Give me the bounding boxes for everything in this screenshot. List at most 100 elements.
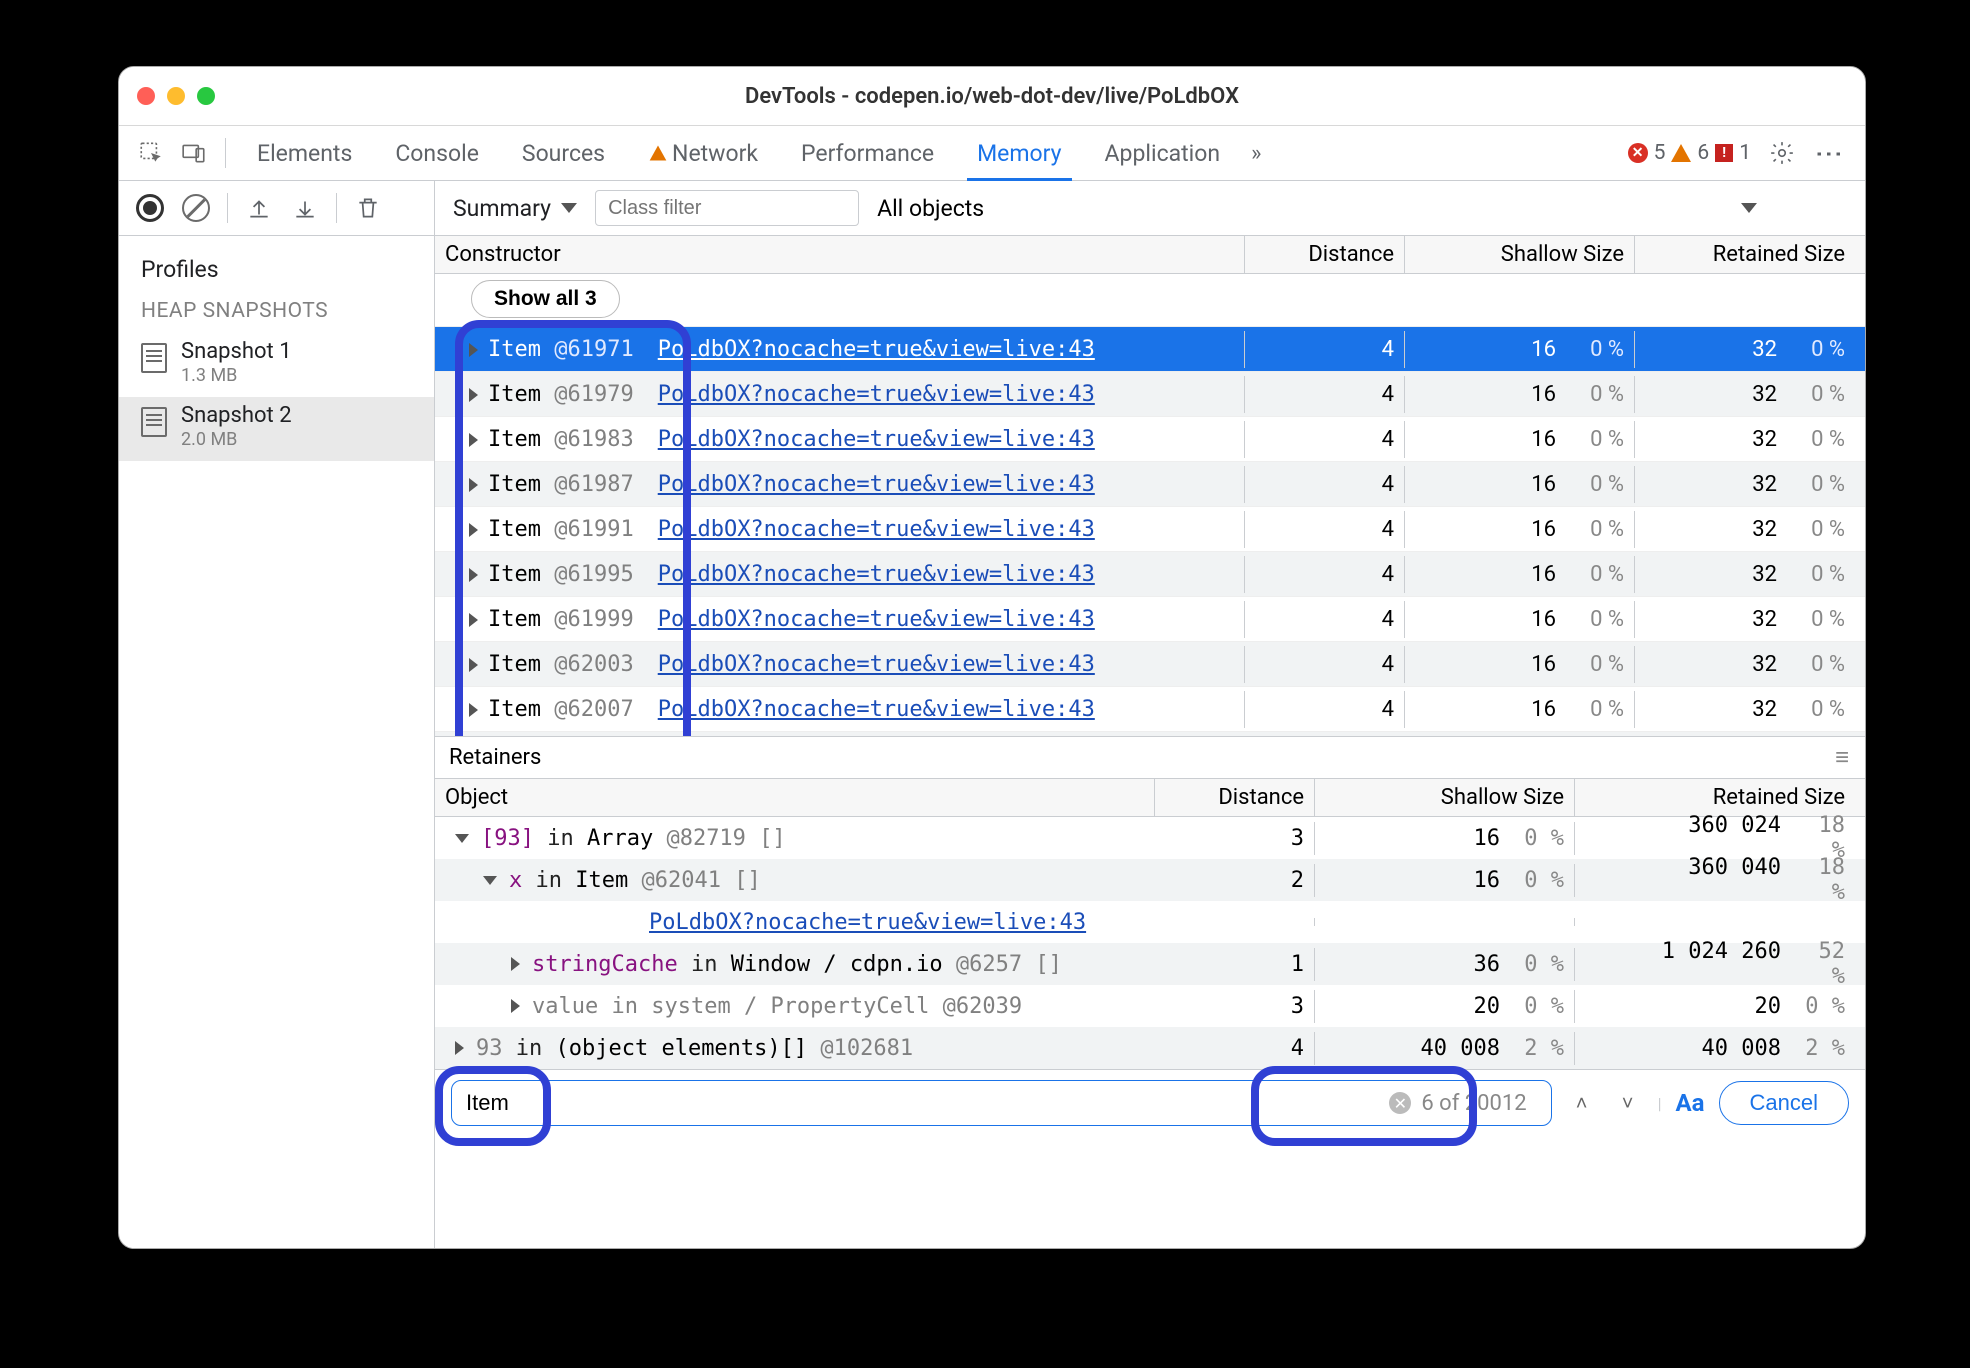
- source-link[interactable]: PoLdbOX?nocache=true&view=live:43: [658, 427, 1095, 452]
- delete-button[interactable]: [347, 188, 389, 228]
- maximize-window-button[interactable]: [197, 87, 215, 105]
- collapse-icon[interactable]: [483, 876, 497, 885]
- col-shallow[interactable]: Shallow Size: [1315, 779, 1575, 816]
- objects-filter-dropdown[interactable]: [1741, 203, 1757, 213]
- col-shallow[interactable]: Shallow Size: [1405, 236, 1635, 273]
- table-row[interactable]: Item @62011PoLdbOX?nocache=true&view=liv…: [435, 731, 1865, 736]
- show-all-button[interactable]: Show all 3: [471, 280, 620, 318]
- distance-cell: 2: [1155, 864, 1315, 897]
- col-constructor[interactable]: Constructor: [435, 236, 1245, 273]
- class-filter-input[interactable]: [595, 190, 859, 226]
- table-row[interactable]: Item @61999PoLdbOX?nocache=true&view=liv…: [435, 596, 1865, 641]
- next-match-button[interactable]: ˅: [1612, 1091, 1644, 1116]
- status-badges[interactable]: ✕5 6 !1: [1628, 141, 1751, 165]
- retainer-row[interactable]: stringCache in Window / cdpn.io @6257 []…: [435, 943, 1865, 985]
- tab-sources[interactable]: Sources: [502, 126, 625, 180]
- issue-badge[interactable]: !1: [1715, 141, 1751, 165]
- expand-icon[interactable]: [469, 613, 478, 627]
- close-window-button[interactable]: [137, 87, 155, 105]
- expand-icon[interactable]: [469, 433, 478, 447]
- collapse-icon[interactable]: [455, 834, 469, 843]
- table-row[interactable]: Item @61979PoLdbOX?nocache=true&view=liv…: [435, 371, 1865, 416]
- table-row[interactable]: Item @61983PoLdbOX?nocache=true&view=liv…: [435, 416, 1865, 461]
- col-object[interactable]: Object: [435, 779, 1155, 816]
- col-distance[interactable]: Distance: [1155, 779, 1315, 816]
- retainer-row[interactable]: x in Item @62041 []2160 %360 04018 %: [435, 859, 1865, 901]
- device-toolbar-icon[interactable]: [174, 135, 214, 171]
- retainers-options-icon[interactable]: ≡: [1835, 743, 1851, 772]
- tab-performance[interactable]: Performance: [781, 126, 954, 180]
- shallow-cell: 160 %: [1405, 376, 1635, 413]
- search-field[interactable]: ✕ 6 of 20012: [451, 1080, 1552, 1126]
- table-row[interactable]: Item @61991PoLdbOX?nocache=true&view=liv…: [435, 506, 1865, 551]
- tab-console[interactable]: Console: [375, 126, 499, 180]
- expand-icon[interactable]: [469, 478, 478, 492]
- retainers-table-body[interactable]: [93] in Array @82719 []3160 %360 02418 %…: [435, 817, 1865, 1069]
- distance-cell: 4: [1245, 556, 1405, 593]
- expand-icon[interactable]: [511, 999, 520, 1013]
- prev-match-button[interactable]: ˄: [1566, 1091, 1598, 1116]
- object-id: @61979: [554, 382, 633, 407]
- record-button[interactable]: [129, 188, 171, 228]
- more-tabs-button[interactable]: »: [1243, 141, 1269, 166]
- clear-search-icon[interactable]: ✕: [1389, 1092, 1411, 1114]
- expand-icon[interactable]: [469, 703, 478, 717]
- match-case-toggle[interactable]: Aa: [1676, 1089, 1705, 1117]
- shallow-cell: 160 %: [1405, 646, 1635, 683]
- retainers-heading-bar: Retainers ≡: [435, 736, 1865, 779]
- constructor-table-body[interactable]: Show all 3 Item @61971PoLdbOX?nocache=tr…: [435, 274, 1865, 736]
- cancel-search-button[interactable]: Cancel: [1719, 1081, 1849, 1125]
- tab-network[interactable]: Network: [628, 126, 778, 180]
- table-row[interactable]: Item @62007PoLdbOX?nocache=true&view=liv…: [435, 686, 1865, 731]
- clear-button[interactable]: [175, 188, 217, 228]
- expand-icon[interactable]: [455, 1041, 464, 1055]
- inspect-element-icon[interactable]: [131, 135, 171, 171]
- expand-icon[interactable]: [469, 523, 478, 537]
- chevron-down-icon: [1741, 203, 1757, 213]
- source-link[interactable]: PoLdbOX?nocache=true&view=live:43: [649, 910, 1086, 935]
- tab-elements[interactable]: Elements: [237, 126, 372, 180]
- table-row[interactable]: Item @62003PoLdbOX?nocache=true&view=liv…: [435, 641, 1865, 686]
- error-icon: ✕: [1628, 143, 1648, 163]
- expand-icon[interactable]: [469, 388, 478, 402]
- col-distance[interactable]: Distance: [1245, 236, 1405, 273]
- source-link[interactable]: PoLdbOX?nocache=true&view=live:43: [658, 517, 1095, 542]
- minimize-window-button[interactable]: [167, 87, 185, 105]
- source-link[interactable]: PoLdbOX?nocache=true&view=live:43: [658, 382, 1095, 407]
- snapshot-item-2[interactable]: Snapshot 2 2.0 MB: [119, 397, 434, 461]
- retainer-row[interactable]: 93 in (object elements)[] @102681440 008…: [435, 1027, 1865, 1069]
- objects-filter[interactable]: All objects: [877, 195, 984, 222]
- retainer-row[interactable]: value in system / PropertyCell @62039320…: [435, 985, 1865, 1027]
- table-row[interactable]: Item @61995PoLdbOX?nocache=true&view=liv…: [435, 551, 1865, 596]
- expand-icon[interactable]: [469, 568, 478, 582]
- source-link[interactable]: PoLdbOX?nocache=true&view=live:43: [658, 562, 1095, 587]
- source-link[interactable]: PoLdbOX?nocache=true&view=live:43: [658, 652, 1095, 677]
- table-row[interactable]: Item @61971PoLdbOX?nocache=true&view=liv…: [435, 326, 1865, 371]
- warning-icon: [648, 143, 668, 163]
- load-button[interactable]: [238, 188, 280, 228]
- snapshot-item-1[interactable]: Snapshot 1 1.3 MB: [119, 333, 434, 397]
- view-select[interactable]: Summary: [453, 195, 577, 222]
- tab-application[interactable]: Application: [1085, 126, 1241, 180]
- divider: [336, 193, 337, 223]
- source-link[interactable]: PoLdbOX?nocache=true&view=live:43: [658, 337, 1095, 362]
- expand-icon[interactable]: [469, 343, 478, 357]
- warning-icon: [1671, 144, 1691, 162]
- distance-cell: 4: [1245, 376, 1405, 413]
- expand-icon[interactable]: [469, 658, 478, 672]
- search-input[interactable]: [466, 1090, 1389, 1116]
- table-row[interactable]: Item @61987PoLdbOX?nocache=true&view=liv…: [435, 461, 1865, 506]
- source-link[interactable]: PoLdbOX?nocache=true&view=live:43: [658, 697, 1095, 722]
- settings-button[interactable]: [1762, 135, 1802, 171]
- col-retained[interactable]: Retained Size: [1635, 236, 1865, 273]
- source-link[interactable]: PoLdbOX?nocache=true&view=live:43: [658, 472, 1095, 497]
- tab-memory[interactable]: Memory: [957, 126, 1081, 180]
- more-options-button[interactable]: ⋮: [1805, 140, 1853, 166]
- save-button[interactable]: [284, 188, 326, 228]
- source-link[interactable]: PoLdbOX?nocache=true&view=live:43: [658, 607, 1095, 632]
- error-badge[interactable]: ✕5: [1628, 141, 1666, 165]
- expand-icon[interactable]: [511, 957, 520, 971]
- object-id: @61999: [554, 607, 633, 632]
- distance-cell: 4: [1245, 331, 1405, 368]
- warning-badge[interactable]: 6: [1671, 141, 1709, 165]
